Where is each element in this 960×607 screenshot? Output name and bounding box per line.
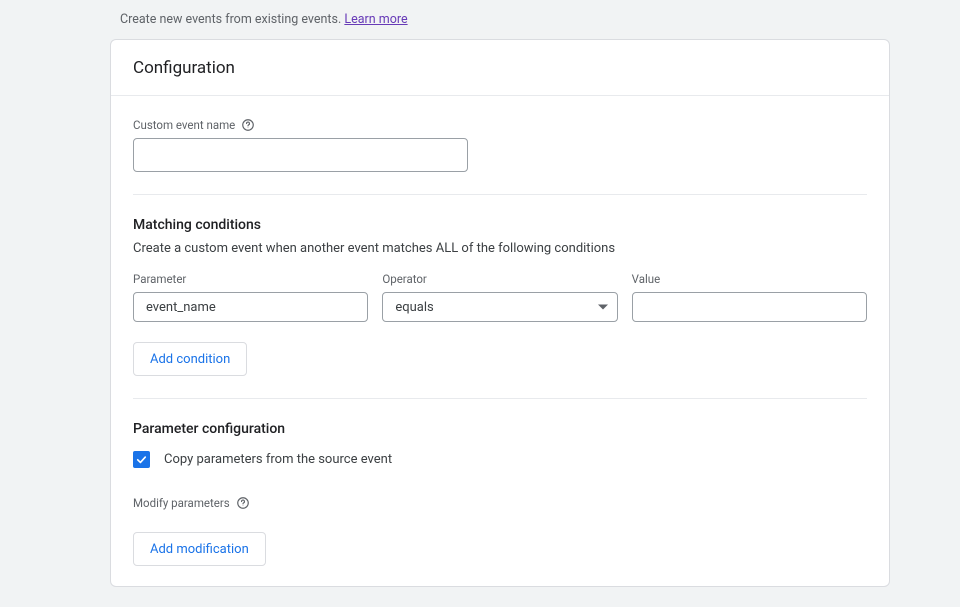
condition-parameter-input[interactable]: [133, 292, 368, 322]
configuration-card: Configuration Custom event name: [110, 39, 890, 587]
learn-more-link[interactable]: Learn more: [344, 12, 407, 27]
condition-operator-select[interactable]: equals: [382, 292, 617, 322]
param-config-title: Parameter configuration: [133, 421, 867, 437]
custom-event-name-input[interactable]: [133, 138, 468, 172]
copy-parameters-row: Copy parameters from the source event: [133, 451, 867, 468]
card-header: Configuration: [111, 40, 889, 96]
copy-parameters-label: Copy parameters from the source event: [164, 452, 392, 467]
custom-event-label-row: Custom event name: [133, 118, 867, 132]
intro-text: Create new events from existing events. …: [0, 0, 960, 39]
modify-parameters-label: Modify parameters: [133, 496, 230, 510]
copy-parameters-checkbox[interactable]: [133, 451, 150, 468]
parameter-column-label: Parameter: [133, 272, 368, 286]
modify-parameters-label-row: Modify parameters: [133, 496, 867, 510]
matching-description: Create a custom event when another event…: [133, 241, 867, 256]
matching-title: Matching conditions: [133, 217, 867, 233]
custom-event-label: Custom event name: [133, 118, 235, 132]
value-column-label: Value: [632, 272, 867, 286]
add-modification-button[interactable]: Add modification: [133, 532, 266, 566]
custom-event-section: Custom event name: [133, 118, 867, 195]
condition-row: Parameter Operator equals: [133, 272, 867, 322]
card-title: Configuration: [133, 58, 867, 78]
help-icon[interactable]: [236, 496, 250, 510]
parameter-configuration-section: Parameter configuration Copy parameters …: [133, 421, 867, 566]
condition-value-input[interactable]: [632, 292, 867, 322]
intro-text-content: Create new events from existing events.: [120, 12, 341, 27]
matching-conditions-section: Matching conditions Create a custom even…: [133, 217, 867, 399]
operator-column-label: Operator: [382, 272, 617, 286]
help-icon[interactable]: [241, 118, 255, 132]
condition-operator-value: equals: [395, 300, 433, 315]
add-condition-button[interactable]: Add condition: [133, 342, 247, 376]
